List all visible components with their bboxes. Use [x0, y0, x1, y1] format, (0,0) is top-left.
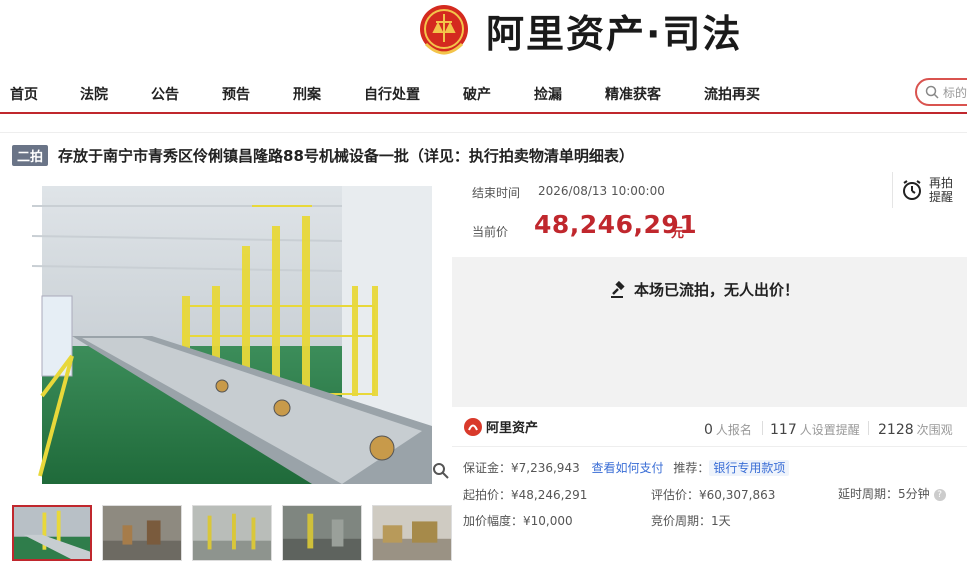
thumbnail-2[interactable]: [102, 505, 182, 561]
reminder-count: 117 人设置提醒: [770, 419, 860, 438]
court-emblem-icon: [420, 5, 468, 55]
site-logo[interactable]: 阿里资产·司法: [418, 0, 742, 60]
signup-count: 0 人报名: [704, 419, 752, 438]
nav-notice[interactable]: 公告: [151, 84, 179, 104]
end-time-label: 结束时间: [472, 186, 521, 200]
main-photo[interactable]: [12, 186, 452, 484]
delay-period: 延时周期：5分钟: [838, 487, 930, 501]
thumbnail-strip: [12, 505, 462, 561]
stats-bar: 阿里资产 0 人报名 117 人设置提醒 2128 次围观: [452, 407, 967, 447]
warehouse-photo: [12, 186, 452, 484]
delay-period-row: 延时周期：5分钟?: [838, 485, 946, 502]
status-message: 本场已流拍，无人出价！: [634, 281, 800, 299]
nav-court[interactable]: 法院: [80, 84, 108, 104]
search-placeholder: 标的: [943, 85, 967, 100]
search-input[interactable]: 标的: [915, 78, 967, 106]
thumbnail-3[interactable]: [192, 505, 272, 561]
nav-self-disposal[interactable]: 自行处置: [364, 84, 420, 104]
end-time-value: 2026/08/13 10:00:00: [538, 184, 665, 198]
remind-label: 再拍提醒: [929, 176, 954, 204]
view-number: 2128: [878, 422, 914, 438]
price-unit: 元: [671, 226, 685, 241]
nav-failed-rebuy[interactable]: 流拍再买: [704, 84, 760, 104]
stat-divider: [762, 421, 763, 435]
ali-asset-icon: [464, 417, 482, 436]
auction-status: 本场已流拍，无人出价！: [610, 279, 799, 300]
nav-bargain[interactable]: 捡漏: [534, 84, 562, 104]
deposit-text: 保证金：¥7,236,943: [463, 461, 580, 475]
main-nav: 首页 法院 公告 预告 刑案 自行处置 破产 捡漏 精准获客 流拍再买: [0, 72, 967, 112]
ali-asset-logo: 阿里资产: [464, 417, 538, 436]
increment: 加价幅度：¥10,000: [463, 514, 573, 528]
nav-criminal[interactable]: 刑案: [293, 84, 321, 104]
divider: [0, 132, 967, 133]
lot-title-row: 二拍 存放于南宁市青秀区伶俐镇昌隆路88号机械设备一批（详见：执行拍卖物清单明细…: [12, 145, 634, 166]
view-count: 2128 次围观: [878, 419, 953, 438]
round-badge: 二拍: [12, 145, 49, 166]
appraisal-price: 评估价：¥60,307,863: [651, 488, 776, 502]
bid-cycle: 竞价周期：1天: [651, 514, 731, 528]
alarm-clock-icon: [903, 180, 921, 200]
thumbnail-5[interactable]: [372, 505, 452, 561]
ali-asset-text: 阿里资产: [486, 421, 539, 436]
recommend-tag[interactable]: 银行专用款项: [709, 460, 790, 476]
gavel-icon: [611, 280, 625, 298]
start-price: 起拍价：¥48,246,291: [463, 488, 588, 502]
nav-precise-leads[interactable]: 精准获客: [605, 84, 661, 104]
signup-label: 人报名: [715, 423, 752, 437]
nav-underline: [0, 112, 967, 114]
zoom-icon[interactable]: [432, 462, 450, 480]
recommend-label: 推荐：: [673, 461, 710, 475]
thumbnail-4[interactable]: [282, 505, 362, 561]
lot-title: 存放于南宁市青秀区伶俐镇昌隆路88号机械设备一批（详见：执行拍卖物清单明细表）: [58, 147, 634, 165]
view-label: 次围观: [916, 423, 953, 437]
reminder-number: 117: [770, 422, 797, 438]
current-price-label: 当前价: [472, 225, 509, 239]
brand-title: 阿里资产·司法: [486, 11, 743, 56]
remind-button[interactable]: 再拍提醒: [892, 172, 967, 208]
stat-divider: [868, 421, 869, 435]
nav-bankruptcy[interactable]: 破产: [463, 84, 491, 104]
search-icon: [925, 85, 939, 99]
help-icon[interactable]: ?: [933, 488, 946, 501]
auction-status-panel: 本场已流拍，无人出价！: [452, 257, 967, 407]
reminder-label: 人设置提醒: [799, 423, 860, 437]
nav-preview[interactable]: 预告: [222, 84, 250, 104]
how-to-pay-link[interactable]: 查看如何支付: [592, 461, 664, 475]
signup-number: 0: [704, 422, 713, 438]
nav-home[interactable]: 首页: [10, 84, 38, 104]
deposit-row: 保证金：¥7,236,943 查看如何支付 推荐： 银行专用款项: [463, 459, 790, 476]
thumbnail-1[interactable]: [12, 505, 92, 561]
